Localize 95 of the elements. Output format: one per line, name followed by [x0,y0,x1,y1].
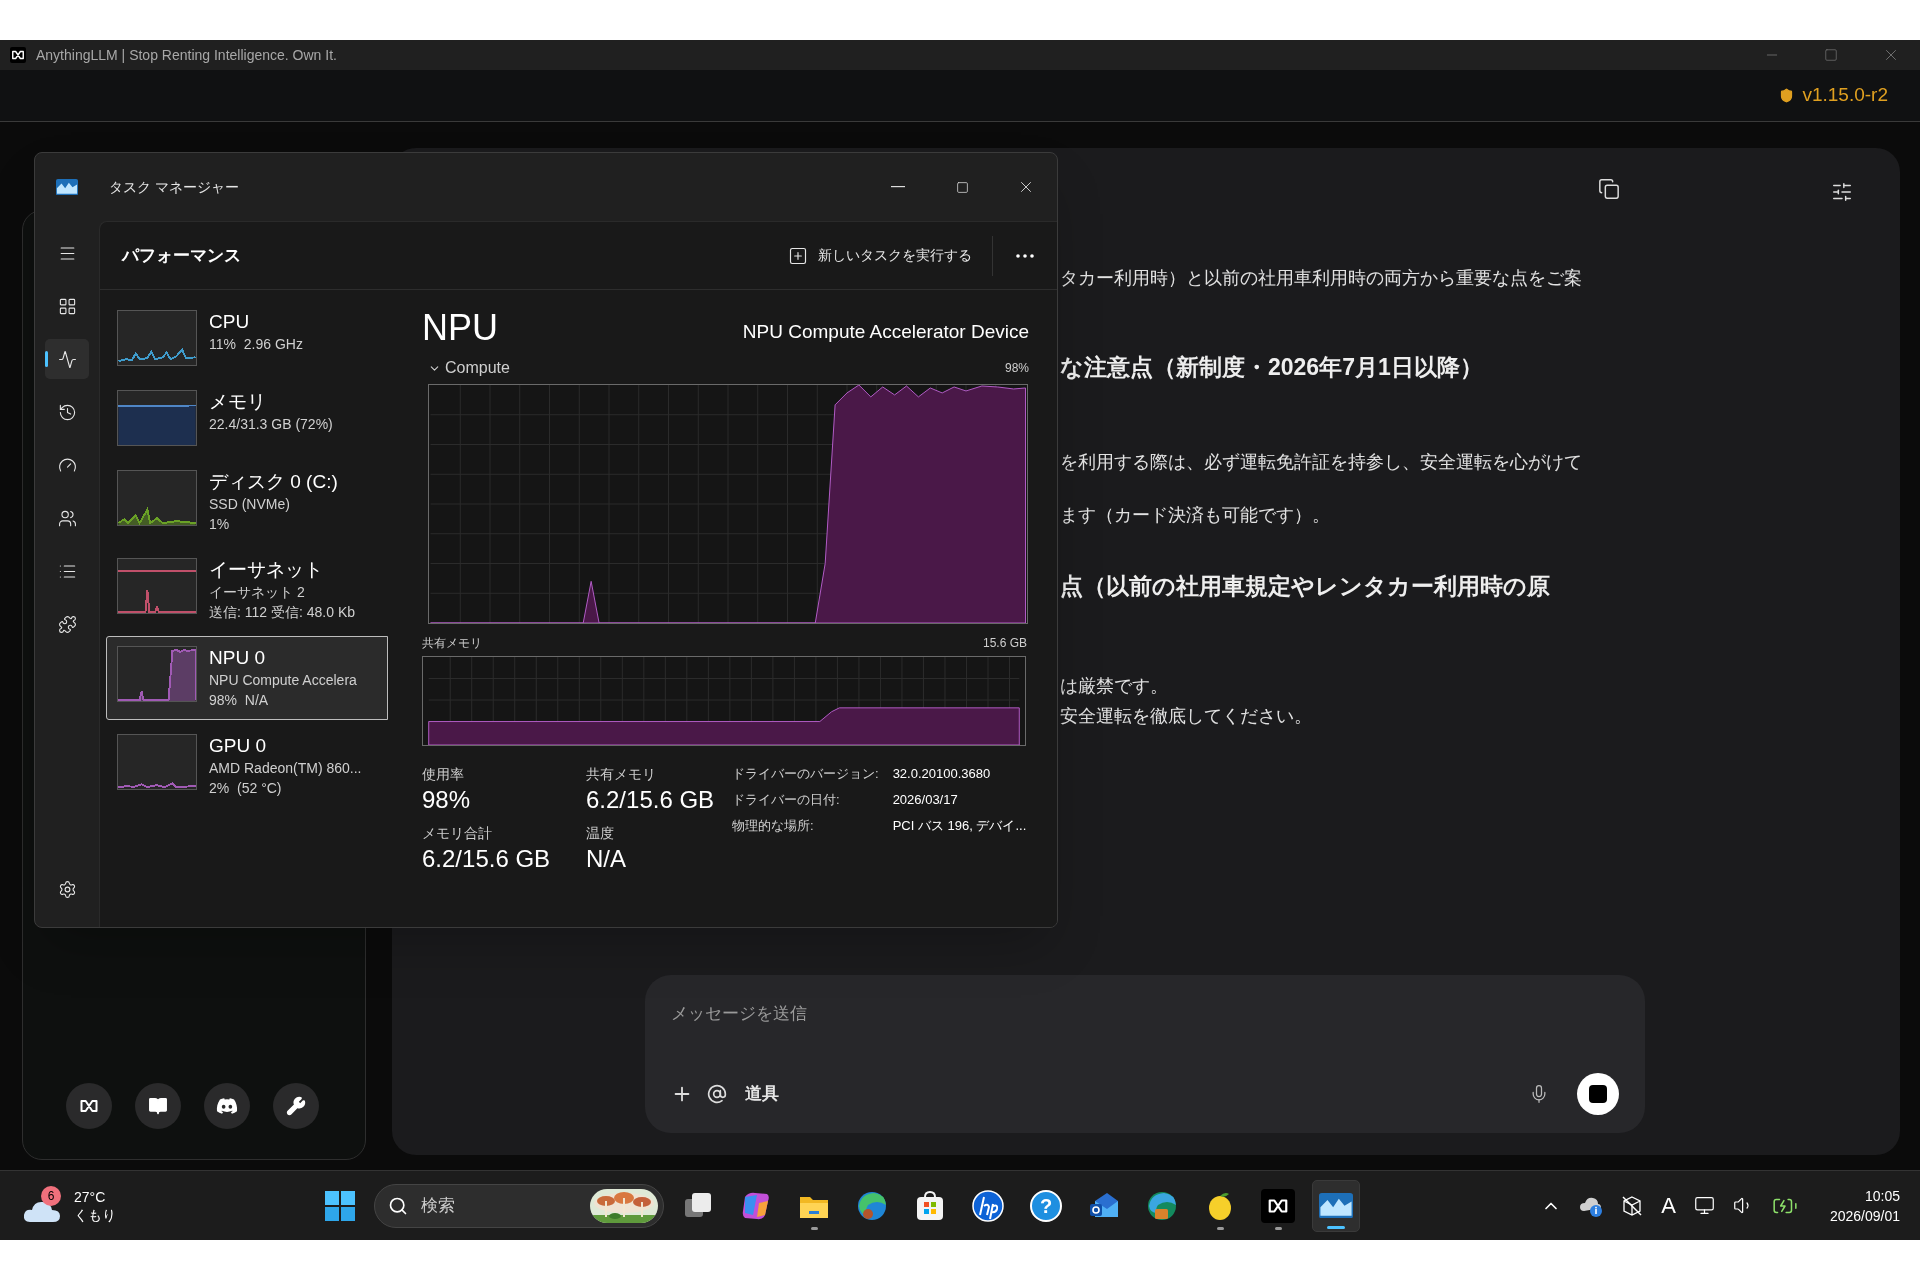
sliders-icon[interactable] [1831,181,1853,203]
message-text: 安全運転を徹底してください。 [1060,705,1313,728]
shared-memory-max: 15.6 GB [982,635,1027,652]
section-heading: な注意点（新制度・2026年7月1日以降） [1060,353,1484,382]
stat-value: 6.2/15.6 GB [586,785,716,815]
device-name: GPU 0 [209,734,268,758]
slashed-cube-icon[interactable] [1621,1194,1644,1217]
device-detail: NPU Compute Accelera [209,671,357,690]
device-name: CPU [209,310,251,334]
device-heading: NPU [422,306,498,350]
property-label: ドライバーのバージョン: [732,765,879,783]
weather-condition: くもり [74,1205,116,1224]
tools-button[interactable]: 道具 [745,1081,779,1107]
stat-label: 共有メモリ [586,765,657,784]
property-value: PCI バス 196, デバイ... [892,817,1027,835]
device-detail: 11% 2.96 GHz [209,335,303,354]
shield-icon [1779,88,1795,103]
windows-icon [325,1190,355,1221]
app-title: AnythingLLM | Stop Renting Intelligence. Own It. [36,45,337,65]
pulse-icon [57,349,77,369]
task-manager-icon [56,178,78,196]
device-item[interactable]: イーサネット イーサネット 2 送信: 112 受信: 48.0 Kb [106,548,388,632]
message-text: ます（カード決済も可能です）。 [1060,503,1331,527]
monitor-icon[interactable] [1693,1195,1715,1216]
message-input[interactable]: メッセージを送信 [671,1001,1619,1027]
device-detail: 2% (52 °C) [209,779,283,798]
copy-icon[interactable] [1598,178,1620,200]
message-text: を利用する際は、必ず運転免許証を持参し、安全運転を心がけて [1060,450,1583,474]
stat-value: 98% [422,785,472,815]
device-item[interactable]: CPU 11% 2.96 GHz [106,300,388,376]
device-item[interactable]: NPU 0 NPU Compute Accelera 98% N/A [106,636,388,720]
mention-icon[interactable] [707,1084,727,1104]
sidebar-button[interactable] [204,1083,250,1129]
page-title: パフォーマンス [122,244,241,267]
temperature: 27°C [74,1187,107,1206]
notification-badge: 6 [41,1185,61,1206]
device-detail: 1% [209,515,231,534]
device-item[interactable]: ディスク 0 (C:) SSD (NVMe) 1% [106,460,388,544]
input-mode-indicator[interactable]: A [1661,1189,1676,1222]
property-value: 32.0.20100.3680 [892,765,992,783]
clock[interactable]: 10:05 2026/09/01 [1829,1185,1900,1226]
stop-button[interactable] [1577,1073,1619,1115]
round-logo-icon [971,1188,1005,1223]
device-name: メモリ [209,390,267,414]
property-label: 物理的な場所: [732,817,815,835]
stat-label: 温度 [586,824,615,843]
shared-memory-label: 共有メモリ [422,635,482,652]
stat-label: メモリ合計 [422,824,493,843]
sidebar-button[interactable] [273,1083,319,1129]
device-name: ディスク 0 (C:) [209,470,338,494]
device-item[interactable]: メモリ 22.4/31.3 GB (72%) [106,380,388,456]
device-detail: 送信: 112 受信: 48.0 Kb [209,603,356,622]
device-full-name: NPU Compute Accelerator Device [742,319,1029,344]
device-detail: SSD (NVMe) [209,495,291,514]
puzzle-icon [57,614,77,634]
run-new-task-button[interactable]: 新しいタスクを実行する [780,237,980,274]
nav-tab[interactable] [45,339,89,379]
property-value: 2026/03/17 [892,791,959,809]
version-label: v1.15.0-r2 [1802,83,1888,108]
device-detail: イーサネット 2 [209,583,306,602]
taskbar-app[interactable] [1312,1179,1360,1232]
search-icon [388,1195,408,1216]
app-logo-icon [11,48,25,62]
maximize-icon [955,180,969,194]
device-detail: 22.4/31.3 GB (72%) [209,415,333,434]
graph-selector[interactable]: Compute [428,356,510,380]
device-detail: 98% N/A [209,691,270,710]
window-title: タスク マネージャー [109,177,239,197]
wrench-icon [286,1096,306,1116]
stat-value: N/A [586,844,627,874]
history-icon [57,402,77,422]
settings-icon [57,879,77,899]
device-name: NPU 0 [209,646,266,670]
stat-value: 6.2/15.6 GB [422,844,552,874]
device-detail: AMD Radeon(TM) 860... [209,759,362,778]
users-icon [57,508,77,528]
grid-icon [57,296,77,316]
clock-date: 2026/09/01 [1829,1206,1900,1226]
minimize-icon [891,186,905,188]
book-icon [148,1096,168,1116]
message-text: は厳禁です。 [1060,675,1169,698]
window-plus-icon [788,245,808,266]
message-text: タカー利用時）と以前の社用車利用時の両方から重要な点をご案 [1060,267,1583,290]
sidebar-button[interactable] [135,1083,181,1129]
sidebar-button[interactable] [66,1083,112,1129]
device-name: イーサネット [209,558,324,582]
clock-time: 10:05 [1864,1186,1900,1206]
chart-icon [1319,1192,1353,1219]
device-item[interactable]: GPU 0 AMD Radeon(TM) 860... 2% (52 °C) [106,724,388,808]
help-icon: ? [1030,1189,1062,1222]
section-heading: 点（以前の社用車規定やレンタカー利用時の原 [1060,571,1551,601]
stat-label: 使用率 [422,765,465,784]
property-label: ドライバーの日付: [732,791,841,809]
graph-max-label: 98% [1004,360,1029,377]
more-icon [1016,253,1034,258]
